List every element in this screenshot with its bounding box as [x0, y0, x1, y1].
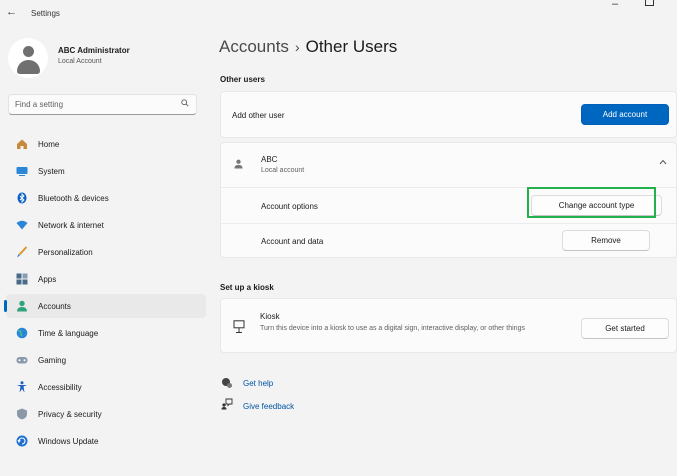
- brush-icon: [17, 246, 28, 258]
- user-icon: [234, 159, 243, 169]
- search-icon: [181, 99, 189, 107]
- chevron-up-icon[interactable]: [659, 159, 667, 165]
- kiosk-card: Kiosk Turn this device into a kiosk to u…: [220, 298, 677, 353]
- help-icon: [222, 378, 232, 388]
- other-users-section-title: Other users: [220, 75, 265, 84]
- sidebar-item-bluetooth[interactable]: Bluetooth & devices: [6, 186, 206, 210]
- title-bar: ← Settings –: [0, 0, 677, 28]
- avatar: [8, 38, 48, 78]
- sidebar-item-label: Gaming: [38, 356, 67, 365]
- account-and-data-label: Account and data: [261, 237, 324, 246]
- update-icon: [16, 435, 28, 447]
- sidebar-item-system[interactable]: System: [6, 159, 206, 183]
- feedback-icon: [221, 398, 233, 410]
- sidebar-item-accounts[interactable]: Accounts: [4, 294, 206, 318]
- search-input[interactable]: Find a setting: [8, 94, 197, 115]
- globe-icon: [16, 327, 28, 339]
- accounts-icon: [17, 300, 27, 312]
- wifi-icon: [16, 220, 28, 230]
- kiosk-section-title: Set up a kiosk: [220, 283, 274, 292]
- kiosk-description: Turn this device into a kiosk to use as …: [260, 325, 525, 332]
- back-arrow-icon[interactable]: ←: [6, 6, 17, 18]
- user-header-row[interactable]: ABC Local account: [221, 143, 676, 187]
- remove-button[interactable]: Remove: [562, 230, 650, 251]
- gamepad-icon: [16, 357, 28, 364]
- sidebar-item-label: Accessibility: [38, 383, 82, 392]
- sidebar-item-label: Home: [38, 140, 60, 149]
- sidebar-item-label: Bluetooth & devices: [38, 194, 109, 203]
- search-placeholder: Find a setting: [15, 100, 64, 109]
- bluetooth-icon: [17, 192, 27, 204]
- sidebar-item-time-language[interactable]: Time & language: [6, 321, 206, 345]
- apps-icon: [16, 273, 28, 285]
- breadcrumb: Accounts › Other Users: [219, 37, 397, 57]
- sidebar-item-label: Personalization: [38, 248, 93, 257]
- user-name: ABC: [261, 155, 278, 164]
- user-profile: ABC Administrator Local Account: [8, 38, 208, 78]
- sidebar-item-label: Accounts: [38, 302, 71, 311]
- breadcrumb-accounts-link[interactable]: Accounts: [219, 37, 289, 56]
- sidebar-item-label: Network & internet: [38, 221, 104, 230]
- get-started-button[interactable]: Get started: [581, 318, 669, 339]
- sidebar-item-network[interactable]: Network & internet: [6, 213, 206, 237]
- sidebar-item-label: Windows Update: [38, 437, 99, 446]
- sidebar-item-apps[interactable]: Apps: [6, 267, 206, 291]
- accessibility-icon: [17, 381, 27, 393]
- profile-name: ABC Administrator: [58, 46, 130, 55]
- account-options-label: Account options: [261, 202, 318, 211]
- shield-icon: [17, 408, 27, 420]
- page-title: Other Users: [305, 37, 398, 56]
- minimize-button[interactable]: –: [612, 0, 618, 10]
- kiosk-title: Kiosk: [260, 312, 280, 321]
- sidebar-item-windows-update[interactable]: Windows Update: [6, 429, 206, 453]
- sidebar-item-label: Apps: [38, 275, 57, 284]
- maximize-button[interactable]: [645, 0, 654, 6]
- home-icon: [17, 139, 27, 149]
- sidebar-item-personalization[interactable]: Personalization: [6, 240, 206, 264]
- profile-account-type: Local Account: [58, 58, 102, 65]
- add-other-user-label: Add other user: [232, 111, 285, 120]
- highlight-box: [527, 187, 656, 218]
- sidebar-item-accessibility[interactable]: Accessibility: [6, 375, 206, 399]
- chevron-right-icon: ›: [294, 39, 300, 55]
- sidebar-item-label: Privacy & security: [38, 410, 102, 419]
- sidebar-item-gaming[interactable]: Gaming: [6, 348, 206, 372]
- sidebar-item-label: Time & language: [38, 329, 99, 338]
- divider: [221, 223, 676, 224]
- sidebar-item-label: System: [38, 167, 65, 176]
- system-icon: [16, 167, 28, 176]
- sidebar-item-home[interactable]: Home: [6, 132, 206, 156]
- give-feedback-link[interactable]: Give feedback: [243, 402, 294, 411]
- window-title: Settings: [31, 9, 60, 18]
- sidebar-item-privacy-security[interactable]: Privacy & security: [6, 402, 206, 426]
- add-user-card: Add other user Add account: [220, 91, 677, 138]
- add-account-button[interactable]: Add account: [581, 104, 669, 125]
- user-account-type: Local account: [261, 167, 305, 174]
- get-help-link[interactable]: Get help: [243, 379, 273, 388]
- kiosk-icon: [233, 320, 245, 333]
